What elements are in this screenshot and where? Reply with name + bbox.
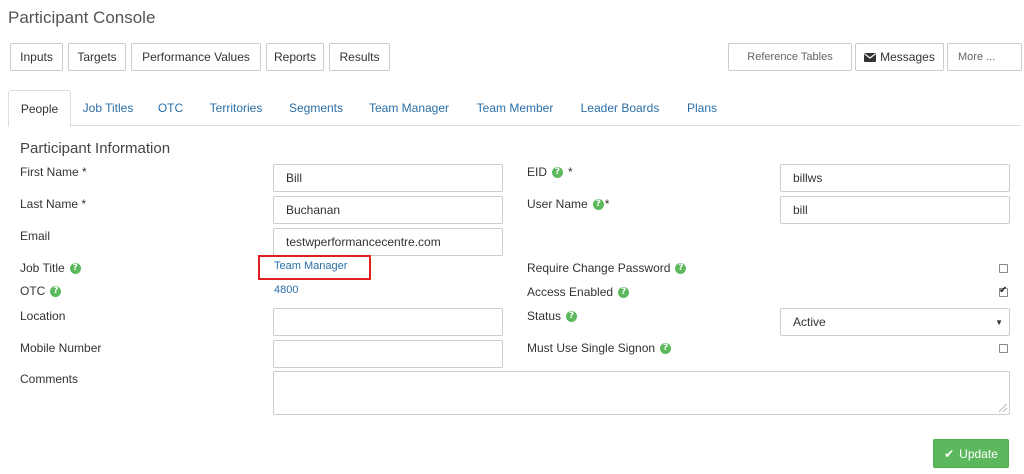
job-title-label-text: Job Title <box>20 261 65 275</box>
question-circle-icon[interactable]: ? <box>566 310 578 322</box>
tab-team-manager[interactable]: Team Manager <box>365 90 453 126</box>
tab-segments[interactable]: Segments <box>284 90 348 126</box>
more-button[interactable]: More ... <box>947 43 1022 71</box>
last-name-value: Buchanan <box>286 203 341 217</box>
inputs-button[interactable]: Inputs <box>10 43 63 71</box>
tab-bar: People Job Titles OTC Territories Segmen… <box>8 90 1021 127</box>
reference-tables-button[interactable]: Reference Tables <box>728 43 852 71</box>
email-label: Email <box>20 229 51 243</box>
email-field[interactable]: testwperformancecentre.com <box>273 228 503 256</box>
tab-territories[interactable]: Territories <box>204 90 268 126</box>
otc-label-text: OTC <box>20 284 46 298</box>
last-name-field[interactable]: Buchanan <box>273 196 503 224</box>
tab-otc[interactable]: OTC <box>148 90 193 126</box>
access-enabled-checkbox[interactable] <box>999 285 1008 297</box>
last-name-label: Last Name * <box>20 197 87 211</box>
require-change-password-label-text: Require Change Password <box>527 261 671 275</box>
results-button[interactable]: Results <box>329 43 390 71</box>
question-circle-icon[interactable]: ? <box>552 166 564 178</box>
access-enabled-label-text: Access Enabled <box>527 285 614 299</box>
first-name-value: Bill <box>286 171 303 185</box>
user-name-label-text: User Name <box>527 197 588 211</box>
question-circle-icon[interactable]: ? <box>50 285 62 297</box>
question-circle-icon[interactable]: ? <box>69 262 81 274</box>
update-button[interactable]: ✔ Update <box>933 439 1009 468</box>
performance-values-button[interactable]: Performance Values <box>131 43 261 71</box>
email-value: testwperformancecentre.com <box>286 235 441 249</box>
eid-label-text: EID <box>527 165 548 179</box>
must-use-single-signon-label: Must Use Single Signon ? <box>527 341 672 355</box>
must-use-single-signon-checkbox[interactable] <box>999 344 1008 353</box>
user-name-required-mark: * <box>604 197 610 211</box>
targets-button[interactable]: Targets <box>68 43 126 71</box>
location-field[interactable] <box>273 308 503 336</box>
job-title-label: Job Title ? <box>20 261 81 275</box>
check-icon: ✔ <box>944 446 955 461</box>
mobile-number-field[interactable] <box>273 340 503 368</box>
eid-label: EID ? * <box>527 165 573 179</box>
status-select[interactable]: Active ▼ <box>780 308 1010 336</box>
user-name-field[interactable]: bill <box>780 196 1010 224</box>
caret-down-icon: ▼ <box>995 318 1003 327</box>
comments-textarea[interactable] <box>273 371 1010 415</box>
section-title: Participant Information <box>20 140 171 157</box>
reports-button[interactable]: Reports <box>266 43 324 71</box>
page-title: Participant Console <box>8 8 156 27</box>
require-change-password-label: Require Change Password ? <box>527 261 687 275</box>
question-circle-icon[interactable]: ? <box>592 198 604 210</box>
first-name-label: First Name * <box>20 165 87 179</box>
comments-label: Comments <box>20 372 79 386</box>
status-label: Status ? <box>527 309 578 323</box>
envelope-icon <box>864 52 877 62</box>
tab-team-member[interactable]: Team Member <box>472 90 558 126</box>
mobile-number-label: Mobile Number <box>20 341 102 355</box>
status-label-text: Status <box>527 309 562 323</box>
messages-button[interactable]: Messages <box>855 43 944 71</box>
question-circle-icon[interactable]: ? <box>660 342 672 354</box>
first-name-field[interactable]: Bill <box>273 164 503 192</box>
require-change-password-checkbox[interactable] <box>999 264 1008 273</box>
messages-label: Messages <box>880 50 935 64</box>
access-enabled-label: Access Enabled ? <box>527 285 630 299</box>
tab-plans[interactable]: Plans <box>680 90 724 126</box>
eid-value: billws <box>793 171 823 185</box>
status-value: Active <box>793 315 826 329</box>
resize-grip-icon[interactable] <box>999 404 1007 412</box>
tab-leader-boards[interactable]: Leader Boards <box>577 90 663 126</box>
eid-field[interactable]: billws <box>780 164 1010 192</box>
question-circle-icon[interactable]: ? <box>618 286 630 298</box>
tab-people[interactable]: People <box>8 90 71 127</box>
eid-required-mark: * <box>568 165 573 179</box>
must-use-single-signon-label-text: Must Use Single Signon <box>527 341 656 355</box>
user-name-value: bill <box>793 203 808 217</box>
update-label: Update <box>959 446 998 461</box>
otc-link[interactable]: 4800 <box>274 284 298 296</box>
otc-label: OTC ? <box>20 284 62 298</box>
location-label: Location <box>20 309 66 323</box>
question-circle-icon[interactable]: ? <box>675 262 687 274</box>
highlight-box <box>258 255 371 280</box>
user-name-label: User Name ? * <box>527 197 609 211</box>
tab-job-titles[interactable]: Job Titles <box>78 90 138 126</box>
